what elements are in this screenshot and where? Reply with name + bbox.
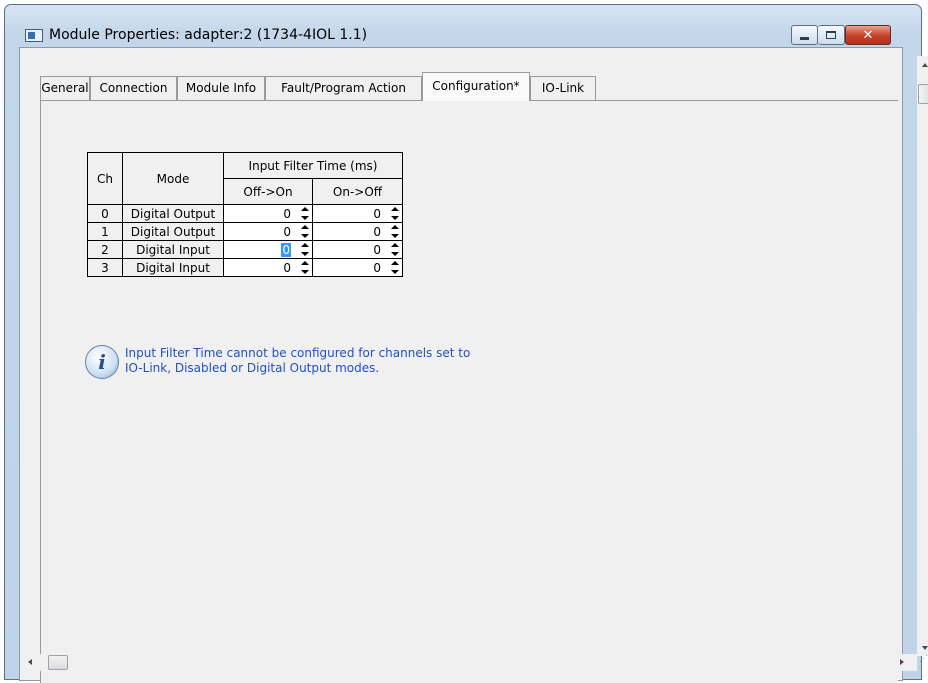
spinner-arrows-icon[interactable]: [389, 225, 400, 238]
spinner-value[interactable]: 0: [373, 261, 381, 275]
info-message-line-2: IO-Link, Disabled or Digital Output mode…: [125, 361, 380, 375]
minimize-button[interactable]: [791, 25, 818, 45]
module-properties-window: Module Properties: adapter:2 (1734-4IOL …: [4, 4, 928, 683]
table-row: 0 Digital Output 0 0: [87, 204, 403, 223]
spinner-value[interactable]: 0: [283, 207, 291, 221]
tab-fault-program-action[interactable]: Fault/Program Action: [265, 76, 422, 100]
spinner-arrows-icon[interactable]: [299, 243, 310, 256]
on-off-spinner[interactable]: 0: [312, 204, 403, 223]
spinner-value[interactable]: 0: [373, 225, 381, 239]
on-off-spinner[interactable]: 0: [312, 222, 403, 241]
tab-io-link[interactable]: IO-Link: [530, 76, 596, 100]
off-on-spinner[interactable]: 0: [223, 240, 313, 259]
vertical-scroll-thumb[interactable]: [918, 84, 928, 104]
scroll-left-icon[interactable]: [28, 659, 32, 665]
resize-grip-icon[interactable]: ⋰: [919, 655, 928, 668]
window-title: Module Properties: adapter:2 (1734-4IOL …: [49, 27, 368, 43]
header-off-on: Off->On: [223, 178, 313, 205]
scroll-up-icon[interactable]: [922, 63, 928, 67]
client-area: General Connection Module Info Fault/Pro…: [19, 47, 928, 683]
tab-general[interactable]: General: [40, 76, 90, 100]
header-input-filter-time: Input Filter Time (ms): [223, 152, 403, 179]
channel-number: 0: [87, 204, 123, 223]
window-app-icon: [25, 29, 43, 42]
mode-select[interactable]: Digital Output: [122, 204, 224, 223]
spinner-value[interactable]: 0: [283, 261, 291, 275]
minimize-icon: [800, 37, 809, 40]
spinner-arrows-icon[interactable]: [389, 207, 400, 220]
horizontal-scrollbar[interactable]: [20, 654, 917, 671]
table-row: 3 Digital Input 0 0: [87, 258, 403, 277]
vertical-scrollbar[interactable]: [917, 56, 928, 656]
scroll-right-icon[interactable]: [900, 659, 904, 665]
horizontal-scroll-thumb[interactable]: [48, 655, 68, 670]
channel-number: 1: [87, 222, 123, 241]
close-button[interactable]: ✕: [845, 25, 891, 45]
off-on-spinner[interactable]: 0: [223, 222, 313, 241]
info-message: Input Filter Time cannot be configured f…: [125, 346, 545, 376]
tab-module-info[interactable]: Module Info: [177, 76, 265, 100]
off-on-spinner[interactable]: 0: [223, 258, 313, 277]
close-icon: ✕: [862, 27, 874, 43]
maximize-button[interactable]: [818, 25, 845, 45]
spinner-value-selected[interactable]: 0: [281, 242, 291, 257]
header-on-off: On->Off: [312, 178, 403, 205]
spinner-arrows-icon[interactable]: [299, 261, 310, 274]
spinner-arrows-icon[interactable]: [299, 207, 310, 220]
spinner-arrows-icon[interactable]: [389, 261, 400, 274]
mode-select[interactable]: Digital Input: [122, 258, 224, 277]
header-ch: Ch: [87, 152, 123, 205]
mode-select[interactable]: Digital Output: [122, 222, 224, 241]
table-row: 1 Digital Output 0 0: [87, 222, 403, 241]
channel-number: 2: [87, 240, 123, 259]
spinner-value[interactable]: 0: [373, 207, 381, 221]
channel-number: 3: [87, 258, 123, 277]
spinner-arrows-icon[interactable]: [389, 243, 400, 256]
tab-connection[interactable]: Connection: [90, 76, 177, 100]
info-icon: i: [85, 345, 119, 379]
on-off-spinner[interactable]: 0: [312, 258, 403, 277]
maximize-icon: [826, 31, 836, 39]
spinner-value[interactable]: 0: [373, 243, 381, 257]
scroll-down-icon[interactable]: [922, 646, 928, 650]
on-off-spinner[interactable]: 0: [312, 240, 403, 259]
info-message-line-1: Input Filter Time cannot be configured f…: [125, 346, 471, 360]
off-on-spinner[interactable]: 0: [223, 204, 313, 223]
table-row: 2 Digital Input 0 0: [87, 240, 403, 259]
tab-configuration[interactable]: Configuration*: [422, 72, 530, 101]
title-bar[interactable]: Module Properties: adapter:2 (1734-4IOL …: [5, 5, 921, 45]
spinner-value[interactable]: 0: [283, 225, 291, 239]
configuration-panel: Ch Mode Input Filter Time (ms) Off->On O…: [40, 100, 898, 683]
header-mode: Mode: [122, 152, 224, 205]
mode-select[interactable]: Digital Input: [122, 240, 224, 259]
channel-config-table: Ch Mode Input Filter Time (ms) Off->On O…: [87, 152, 403, 277]
spinner-arrows-icon[interactable]: [299, 225, 310, 238]
